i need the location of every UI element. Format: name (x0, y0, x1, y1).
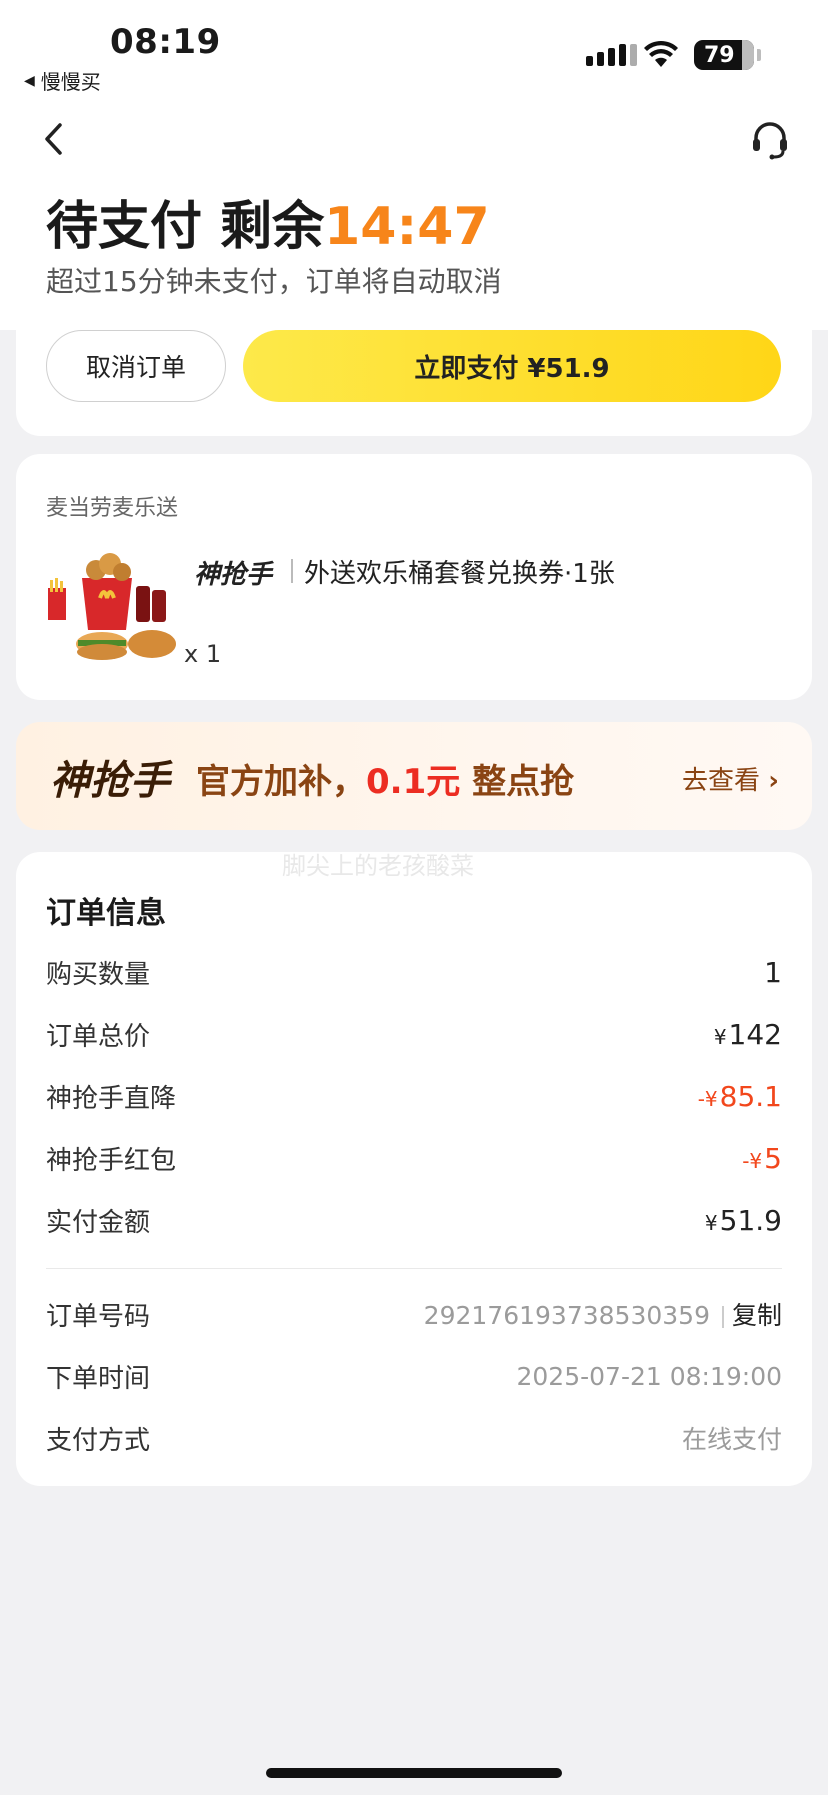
row-value: -¥5 (742, 1141, 782, 1175)
page-title: 待支付 剩余14:47 (46, 184, 490, 259)
auto-cancel-notice: 超过15分钟未支付，订单将自动取消 (46, 265, 502, 298)
row-direct-discount: 神抢手直降 -¥85.1 (46, 1076, 782, 1116)
promo-text-suffix: 整点抢 (460, 762, 575, 802)
order-page: 08:19 ◀ 慢慢买 79 待支付 剩余14:47 超过15分钟未支付，订单将… (0, 0, 828, 1795)
row-order-number: 订单号码 292176193738530359 复制 (46, 1294, 782, 1334)
customer-service-icon[interactable] (750, 120, 790, 160)
product-title: 外送欢乐桶套餐兑换券·1张 (304, 559, 615, 589)
back-app-label: 慢慢买 (40, 70, 101, 94)
brand-logo: 神抢手 (194, 560, 273, 590)
row-red-packet: 神抢手红包 -¥5 (46, 1138, 782, 1178)
row-payment-method: 支付方式 在线支付 (46, 1418, 782, 1458)
battery-tip (757, 49, 761, 61)
row-paid-amount: 实付金额 ¥51.9 (46, 1200, 782, 1240)
promo-highlight: 0.1元 (366, 762, 461, 802)
back-arrow-icon[interactable] (40, 122, 70, 156)
row-label: 实付金额 (46, 1207, 151, 1238)
back-triangle-icon: ◀ (24, 72, 35, 89)
row-order-time: 下单时间 2025-07-21 08:19:00 (46, 1356, 782, 1396)
status-label: 待支付 剩余 (46, 197, 325, 257)
promo-text: 官方加补，0.1元 整点抢 (196, 754, 574, 803)
row-value: 292176193738530359 复制 (424, 1296, 782, 1332)
row-value: -¥85.1 (697, 1079, 782, 1113)
row-value: 1 (764, 955, 782, 989)
product-image (48, 553, 176, 660)
status-time: 08:19 (110, 22, 221, 62)
row-label: 订单号码 (46, 1301, 151, 1332)
row-value: ¥51.9 (704, 1203, 782, 1237)
title-divider (291, 559, 293, 583)
order-info-title: 订单信息 (46, 896, 166, 931)
home-indicator[interactable] (266, 1768, 562, 1778)
row-label: 支付方式 (46, 1425, 151, 1456)
view-promo-link[interactable]: 去查看 › (682, 760, 779, 797)
row-label: 下单时间 (46, 1363, 151, 1394)
watermark: 脚尖上的老孩酸菜 (282, 852, 474, 880)
product-card[interactable]: 麦当劳麦乐送 神抢手 外送欢乐桶套餐兑换券·1张 x 1 (16, 454, 812, 700)
copy-button[interactable]: 复制 (732, 1301, 782, 1330)
view-promo-label: 去查看 (682, 766, 761, 796)
promo-logo: 神抢手 (50, 758, 170, 804)
row-quantity: 购买数量 1 (46, 952, 782, 992)
wifi-icon (644, 40, 678, 67)
countdown-timer: 14:47 (324, 197, 490, 257)
pay-now-button[interactable]: 立即支付 ¥51.9 (243, 330, 781, 402)
promo-banner[interactable]: 神抢手 官方加补，0.1元 整点抢 去查看 › (16, 722, 812, 830)
chevron-right-icon: › (768, 766, 779, 796)
row-label: 订单总价 (46, 1021, 151, 1052)
row-total-price: 订单总价 ¥142 (46, 1014, 782, 1054)
order-info-card: 脚尖上的老孩酸菜 订单信息 购买数量 1 订单总价 ¥142 神抢手直降 -¥8… (16, 852, 812, 1486)
product-quantity: x 1 (184, 640, 222, 668)
back-to-app-link[interactable]: ◀ 慢慢买 (24, 66, 101, 95)
row-label: 神抢手红包 (46, 1145, 177, 1176)
battery-level: 79 (704, 42, 735, 68)
status-bar: 08:19 ◀ 慢慢买 79 (0, 0, 828, 100)
cancel-order-button[interactable]: 取消订单 (46, 330, 226, 402)
store-name: 麦当劳麦乐送 (46, 496, 179, 521)
row-value: 2025-07-21 08:19:00 (516, 1361, 782, 1391)
row-value: ¥142 (713, 1017, 782, 1051)
header-card: 待支付 剩余14:47 超过15分钟未支付，订单将自动取消 取消订单 立即支付 … (0, 100, 828, 436)
promo-text-prefix: 官方加补， (196, 762, 366, 802)
row-value: 在线支付 (681, 1425, 782, 1454)
battery-icon: 79 (694, 40, 754, 70)
info-divider (46, 1268, 782, 1269)
row-label: 购买数量 (46, 959, 151, 990)
row-label: 神抢手直降 (46, 1083, 177, 1114)
cellular-signal-icon (586, 44, 637, 66)
order-number: 292176193738530359 (423, 1301, 710, 1330)
